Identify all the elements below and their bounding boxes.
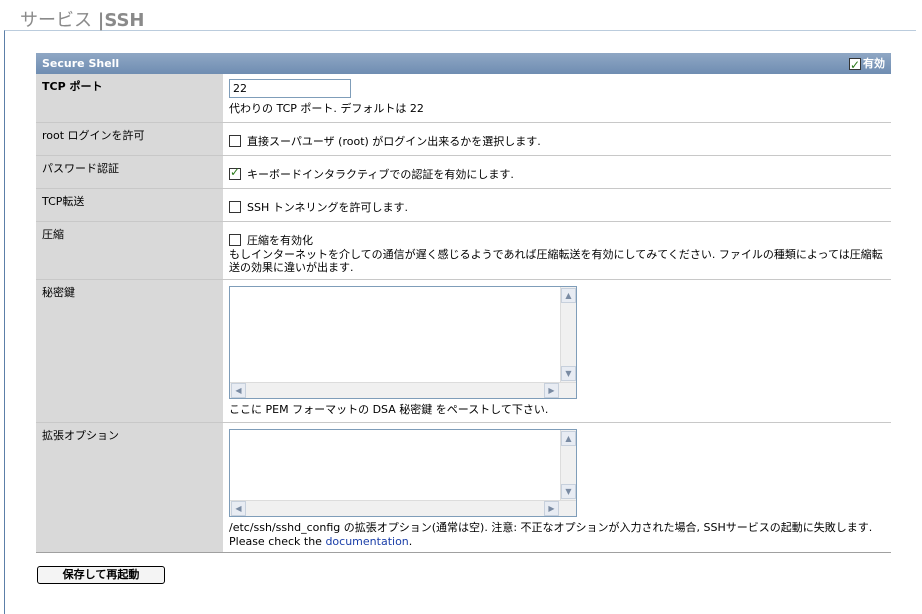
password-auth-label: パスワード認証 xyxy=(36,156,223,188)
row-private-key: 秘密鍵 ▲ ▼ ◀ ▶ ここに PEM フォーマットの DSA 秘密鍵 をペース… xyxy=(36,280,891,423)
documentation-note: Please check the documentation. xyxy=(229,535,412,548)
enable-toggle[interactable]: 有効 xyxy=(849,55,885,76)
private-key-vscrollbar[interactable]: ▲ ▼ xyxy=(560,287,576,382)
enable-checkbox[interactable] xyxy=(849,55,861,76)
documentation-prefix: Please check the xyxy=(229,535,322,548)
password-auth-checkbox-label: キーボードインタラクティブでの認証を有効にします. xyxy=(247,168,514,181)
row-password-auth: パスワード認証 キーボードインタラクティブでの認証を有効にします. xyxy=(36,156,891,189)
extended-options-textarea[interactable]: ▲ ▼ ◀ ▶ xyxy=(229,429,577,517)
documentation-suffix: . xyxy=(408,535,413,548)
tcp-forwarding-option[interactable]: SSH トンネリングを許可します. xyxy=(229,199,885,215)
tcp-forwarding-checkbox[interactable] xyxy=(229,201,241,213)
private-key-hint: ここに PEM フォーマットの DSA 秘密鍵 をペーストして下さい. xyxy=(229,403,549,416)
tcp-port-input[interactable] xyxy=(229,79,351,98)
extended-options-hscrollbar[interactable]: ◀ ▶ xyxy=(230,500,576,516)
root-login-label: root ログインを許可 xyxy=(36,123,223,155)
page-title-main: サービス xyxy=(20,10,92,31)
scroll-right-icon[interactable]: ▶ xyxy=(544,383,559,398)
root-login-option[interactable]: 直接スーパユーザ (root) がログイン出来るかを選択します. xyxy=(229,133,885,149)
tcp-port-label: TCP ポート xyxy=(36,74,223,122)
compression-checkbox-label: 圧縮を有効化 xyxy=(247,234,313,247)
compression-checkbox[interactable] xyxy=(229,234,241,246)
private-key-label: 秘密鍵 xyxy=(36,280,223,422)
private-key-hscrollbar[interactable]: ◀ ▶ xyxy=(230,382,576,398)
extended-options-hint: /etc/ssh/sshd_config の拡張オプション(通常は空). 注意:… xyxy=(229,521,873,534)
row-tcp-port: TCP ポート 代わりの TCP ポート. デフォルトは 22 xyxy=(36,74,891,123)
password-auth-option[interactable]: キーボードインタラクティブでの認証を有効にします. xyxy=(229,165,885,182)
compression-description: もしインターネットを介しての通信が遅く感じるようであれば圧縮転送を有効にしてみて… xyxy=(229,248,883,274)
tcp-forwarding-label: TCP転送 xyxy=(36,189,223,221)
compression-option[interactable]: 圧縮を有効化 xyxy=(229,232,885,248)
scroll-left-icon[interactable]: ◀ xyxy=(231,501,246,516)
compression-label: 圧縮 xyxy=(36,222,223,279)
scroll-up-icon[interactable]: ▲ xyxy=(561,288,576,303)
row-compression: 圧縮 圧縮を有効化 もしインターネットを介しての通信が遅く感じるようであれば圧縮… xyxy=(36,222,891,280)
scroll-down-icon[interactable]: ▼ xyxy=(561,366,576,381)
tcp-port-hint: 代わりの TCP ポート. デフォルトは 22 xyxy=(229,102,424,115)
row-root-login: root ログインを許可 直接スーパユーザ (root) がログイン出来るかを選… xyxy=(36,123,891,156)
scroll-down-icon[interactable]: ▼ xyxy=(561,484,576,499)
documentation-link[interactable]: documentation xyxy=(325,535,408,548)
secure-shell-panel: Secure Shell 有効 TCP ポート 代わりの TCP ポート. デフ… xyxy=(36,53,891,553)
private-key-textarea[interactable]: ▲ ▼ ◀ ▶ xyxy=(229,286,577,399)
scroll-up-icon[interactable]: ▲ xyxy=(561,431,576,446)
enable-label: 有効 xyxy=(863,57,885,70)
tcp-forwarding-checkbox-label: SSH トンネリングを許可します. xyxy=(247,201,409,214)
page-title-sub: SSH xyxy=(104,10,145,31)
row-tcp-forwarding: TCP転送 SSH トンネリングを許可します. xyxy=(36,189,891,222)
page-title: サービス |SSH xyxy=(20,6,145,32)
password-auth-checkbox[interactable] xyxy=(229,165,241,180)
root-login-checkbox-label: 直接スーパユーザ (root) がログイン出来るかを選択します. xyxy=(247,135,541,148)
row-extended-options: 拡張オプション ▲ ▼ ◀ ▶ /etc/ssh/sshd_config の拡張… xyxy=(36,423,891,553)
panel-title: Secure Shell xyxy=(42,57,120,70)
extended-options-vscrollbar[interactable]: ▲ ▼ xyxy=(560,430,576,500)
panel-header: Secure Shell 有効 xyxy=(36,53,891,76)
root-login-checkbox[interactable] xyxy=(229,135,241,147)
save-restart-button[interactable]: 保存して再起動 xyxy=(37,566,165,584)
extended-options-label: 拡張オプション xyxy=(36,423,223,552)
scroll-left-icon[interactable]: ◀ xyxy=(231,383,246,398)
scroll-right-icon[interactable]: ▶ xyxy=(544,501,559,516)
